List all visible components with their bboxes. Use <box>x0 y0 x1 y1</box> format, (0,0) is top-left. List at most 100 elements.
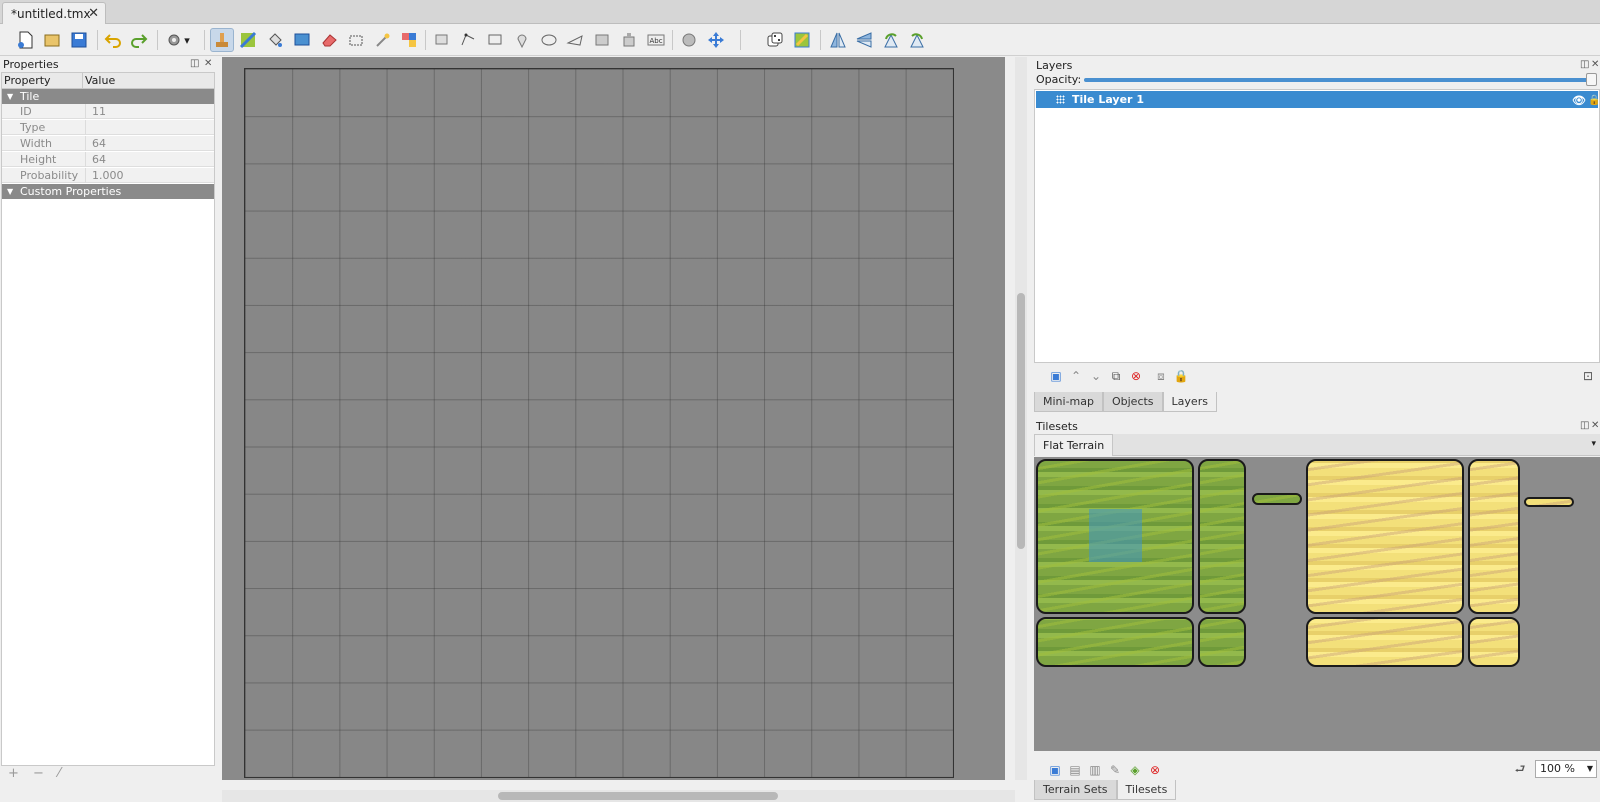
grass-row-tiles[interactable] <box>1036 617 1194 667</box>
opacity-slider-handle[interactable] <box>1586 73 1597 86</box>
eraser-icon[interactable] <box>317 28 341 52</box>
duplicate-layer-icon[interactable]: ⧉ <box>1108 368 1124 384</box>
sand-edge-tiles[interactable] <box>1524 497 1574 507</box>
flip-horizontal-icon[interactable] <box>826 28 850 52</box>
float-panel-icon[interactable]: ◫ <box>1580 59 1589 70</box>
collapse-arrow-icon[interactable]: ▼ <box>7 89 13 104</box>
vertical-scrollbar[interactable] <box>1015 57 1027 780</box>
rotate-left-icon[interactable] <box>879 28 903 52</box>
select-same-tile-icon[interactable] <box>397 28 421 52</box>
lock-icon[interactable]: 🔒 <box>1588 92 1600 109</box>
opacity-slider[interactable] <box>1084 78 1589 82</box>
insert-ellipse-icon[interactable] <box>537 28 561 52</box>
insert-point-icon[interactable] <box>510 28 534 52</box>
close-panel-icon[interactable]: ✕ <box>204 58 212 69</box>
lock-layer-icon[interactable]: 🔒 <box>1173 368 1189 384</box>
close-panel-icon[interactable]: ✕ <box>1591 420 1599 431</box>
embed-tileset-icon[interactable]: ▤ <box>1067 762 1083 778</box>
grass-single-tile[interactable] <box>1198 617 1246 667</box>
raise-layer-icon[interactable]: ⌃ <box>1068 368 1084 384</box>
tab-objects[interactable]: Objects <box>1102 392 1163 412</box>
close-tab-icon[interactable]: ✕ <box>88 6 99 21</box>
property-row[interactable]: Type <box>2 120 214 135</box>
sand-tile-block[interactable] <box>1306 459 1464 614</box>
world-tool-icon[interactable] <box>677 28 701 52</box>
tab-mini-map[interactable]: Mini-map <box>1034 392 1103 412</box>
property-row[interactable]: Width 64 <box>2 136 214 151</box>
insert-polygon-icon[interactable] <box>563 28 587 52</box>
shape-fill-icon[interactable] <box>290 28 314 52</box>
property-row[interactable]: Probability 1.000 <box>2 168 214 183</box>
property-row[interactable]: Height 64 <box>2 152 214 167</box>
merge-layer-icon[interactable]: ⧈ <box>1153 368 1169 384</box>
remove-tileset-icon[interactable]: ⊗ <box>1147 762 1163 778</box>
grass-edge-tiles[interactable] <box>1252 493 1302 505</box>
horizontal-scroll-thumb[interactable] <box>498 792 778 800</box>
tab-layers[interactable]: Layers <box>1162 392 1217 412</box>
flip-vertical-icon[interactable] <box>852 28 876 52</box>
collapse-arrow-icon[interactable]: ▼ <box>7 184 13 199</box>
undo-icon[interactable] <box>101 28 125 52</box>
select-objects-icon[interactable] <box>430 28 454 52</box>
rotate-right-icon[interactable] <box>905 28 929 52</box>
sand-single-tile[interactable] <box>1468 617 1520 667</box>
terrain-brush-icon[interactable] <box>236 28 260 52</box>
add-property-icon[interactable]: + <box>8 766 19 781</box>
zoom-select[interactable]: 100 % ▼ <box>1535 760 1597 778</box>
tileset-view[interactable] <box>1034 457 1600 751</box>
dynamic-wrap-icon[interactable]: ⮐ <box>1512 762 1528 778</box>
float-panel-icon[interactable]: ◫ <box>190 58 199 69</box>
layer-row-tile-layer-1[interactable]: Tile Layer 1 👁 🔒 <box>1036 91 1600 109</box>
horizontal-scrollbar[interactable] <box>222 790 1015 802</box>
redo-icon[interactable] <box>127 28 151 52</box>
magic-wand-icon[interactable] <box>371 28 395 52</box>
highlight-layer-icon[interactable]: ⊡ <box>1580 368 1596 384</box>
sand-column-tiles[interactable] <box>1468 459 1520 614</box>
new-layer-icon[interactable]: ▣ <box>1048 368 1064 384</box>
column-header-value[interactable]: Value <box>83 73 214 89</box>
save-icon[interactable] <box>67 28 91 52</box>
property-row[interactable]: ID 11 <box>2 104 214 119</box>
edit-polygons-icon[interactable] <box>456 28 480 52</box>
move-icon[interactable] <box>704 28 728 52</box>
wangfill-mode-icon[interactable] <box>790 28 814 52</box>
properties-table: Property Value ▼ Tile ID 11 Type Width 6… <box>1 72 215 766</box>
export-tileset-icon[interactable]: ▥ <box>1087 762 1103 778</box>
tileset-list-dropdown-icon[interactable]: ▾ <box>1591 439 1596 449</box>
commands-dropdown-icon[interactable]: ▾ <box>182 28 192 52</box>
delete-layer-icon[interactable]: ⊗ <box>1128 368 1144 384</box>
edit-tileset-icon[interactable]: ✎ <box>1107 762 1123 778</box>
tab-terrain-sets[interactable]: Terrain Sets <box>1034 780 1117 800</box>
visibility-eye-icon[interactable]: 👁 <box>1572 92 1586 109</box>
insert-rectangle-icon[interactable] <box>483 28 507 52</box>
insert-text-icon[interactable]: Abc <box>644 28 668 52</box>
remove-property-icon[interactable]: − <box>33 766 44 781</box>
tileset-tab-flat-terrain[interactable]: Flat Terrain <box>1034 434 1114 456</box>
map-grid[interactable] <box>244 68 954 778</box>
tab-tilesets[interactable]: Tilesets <box>1116 780 1177 800</box>
tileset-terrain-icon[interactable]: ◈ <box>1127 762 1143 778</box>
close-panel-icon[interactable]: ✕ <box>1591 59 1599 70</box>
new-tileset-icon[interactable]: ▣ <box>1047 762 1063 778</box>
document-tab[interactable]: *untitled.tmx ✕ <box>2 2 106 24</box>
grass-column-tiles[interactable] <box>1198 459 1246 614</box>
insert-template-icon[interactable] <box>617 28 641 52</box>
stamp-brush-icon[interactable] <box>210 28 234 52</box>
new-icon[interactable] <box>14 28 38 52</box>
property-group-custom[interactable]: ▼ Custom Properties <box>2 184 214 199</box>
main-toolbar: ▾ Abc <box>0 24 1600 56</box>
vertical-scroll-thumb[interactable] <box>1017 293 1025 549</box>
sand-row-tiles[interactable] <box>1306 617 1464 667</box>
bucket-fill-icon[interactable] <box>263 28 287 52</box>
column-header-property[interactable]: Property <box>2 73 83 89</box>
rename-property-icon[interactable]: ⁄ <box>58 766 60 781</box>
open-icon[interactable] <box>40 28 64 52</box>
selected-tile-highlight <box>1089 509 1142 562</box>
insert-tile-icon[interactable] <box>590 28 614 52</box>
float-panel-icon[interactable]: ◫ <box>1580 420 1589 431</box>
rectangular-select-icon[interactable] <box>344 28 368 52</box>
lower-layer-icon[interactable]: ⌄ <box>1088 368 1104 384</box>
document-tab-bar: *untitled.tmx ✕ <box>0 0 1600 24</box>
property-group-tile[interactable]: ▼ Tile <box>2 89 214 104</box>
random-mode-icon[interactable] <box>763 28 787 52</box>
